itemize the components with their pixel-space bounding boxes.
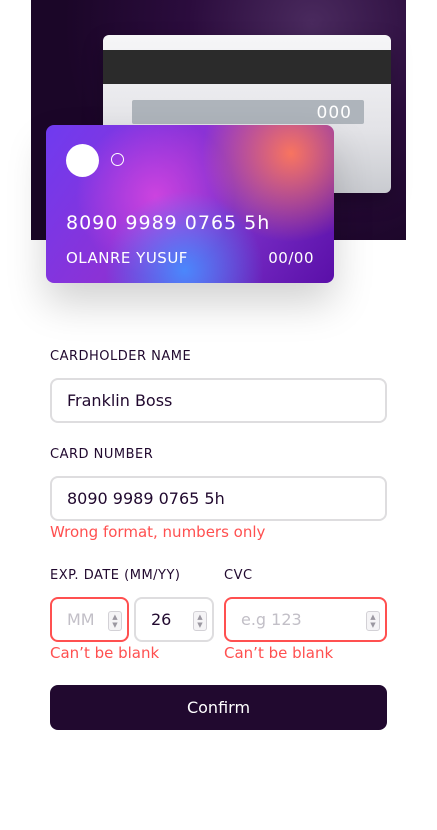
card-front-number: 8090 9989 0765 5h bbox=[66, 212, 271, 234]
card-number-error: Wrong format, numbers only bbox=[50, 523, 266, 541]
exp-date-error: Can’t be blank bbox=[50, 644, 160, 662]
exp-date-label: EXP. DATE (MM/YY) bbox=[50, 568, 181, 583]
exp-year-stepper-icon[interactable]: ▲ ▼ bbox=[193, 611, 207, 631]
confirm-button[interactable]: Confirm bbox=[50, 685, 387, 730]
card-front-name: OLANRE YUSUF bbox=[66, 249, 188, 267]
cvc-error: Can’t be blank bbox=[224, 644, 334, 662]
card-logo-circle-small-icon bbox=[111, 153, 124, 166]
card-number-label: CARD NUMBER bbox=[50, 447, 154, 462]
cvc-input[interactable] bbox=[224, 597, 387, 642]
signature-strip: 000 bbox=[132, 100, 364, 124]
cardholder-name-input[interactable] bbox=[50, 378, 387, 423]
card-front-expiry: 00/00 bbox=[268, 249, 314, 267]
card-logo-circle-large-icon bbox=[66, 144, 99, 177]
card-front: 8090 9989 0765 5h OLANRE YUSUF 00/00 bbox=[46, 125, 334, 283]
exp-month-stepper-icon[interactable]: ▲ ▼ bbox=[108, 611, 122, 631]
cvc-stepper-icon[interactable]: ▲ ▼ bbox=[366, 611, 380, 631]
cvc-label: CVC bbox=[224, 568, 253, 583]
magnetic-strip bbox=[103, 50, 391, 84]
card-number-input[interactable] bbox=[50, 476, 387, 521]
card-back-cvc: 000 bbox=[316, 103, 352, 123]
cardholder-name-label: CARDHOLDER NAME bbox=[50, 349, 192, 364]
